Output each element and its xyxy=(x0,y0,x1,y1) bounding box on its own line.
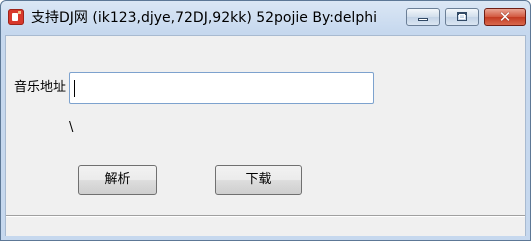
minimize-button[interactable] xyxy=(406,8,440,26)
maximize-button[interactable] xyxy=(445,8,479,26)
music-url-input[interactable] xyxy=(69,72,374,104)
title-bar[interactable]: 支持DJ网 (ik123,djye,72DJ,92kk) 52pojie By:… xyxy=(1,1,530,35)
text-caret xyxy=(74,80,75,97)
status-bar xyxy=(6,215,525,236)
download-button[interactable]: 下载 xyxy=(215,165,302,195)
close-button[interactable]: ✕ xyxy=(484,8,526,26)
client-area: 音乐地址 \ 解析 下载 xyxy=(5,35,526,236)
close-icon: ✕ xyxy=(498,8,512,26)
window-title: 支持DJ网 (ik123,djye,72DJ,92kk) 52pojie By:… xyxy=(31,10,377,26)
app-icon[interactable] xyxy=(8,9,24,25)
music-url-label: 音乐地址 xyxy=(14,80,67,95)
app-window: 支持DJ网 (ik123,djye,72DJ,92kk) 52pojie By:… xyxy=(0,0,531,241)
parse-button[interactable]: 解析 xyxy=(78,165,157,195)
maximize-icon xyxy=(457,12,467,21)
minimize-icon xyxy=(418,18,428,21)
status-text: \ xyxy=(69,120,74,135)
